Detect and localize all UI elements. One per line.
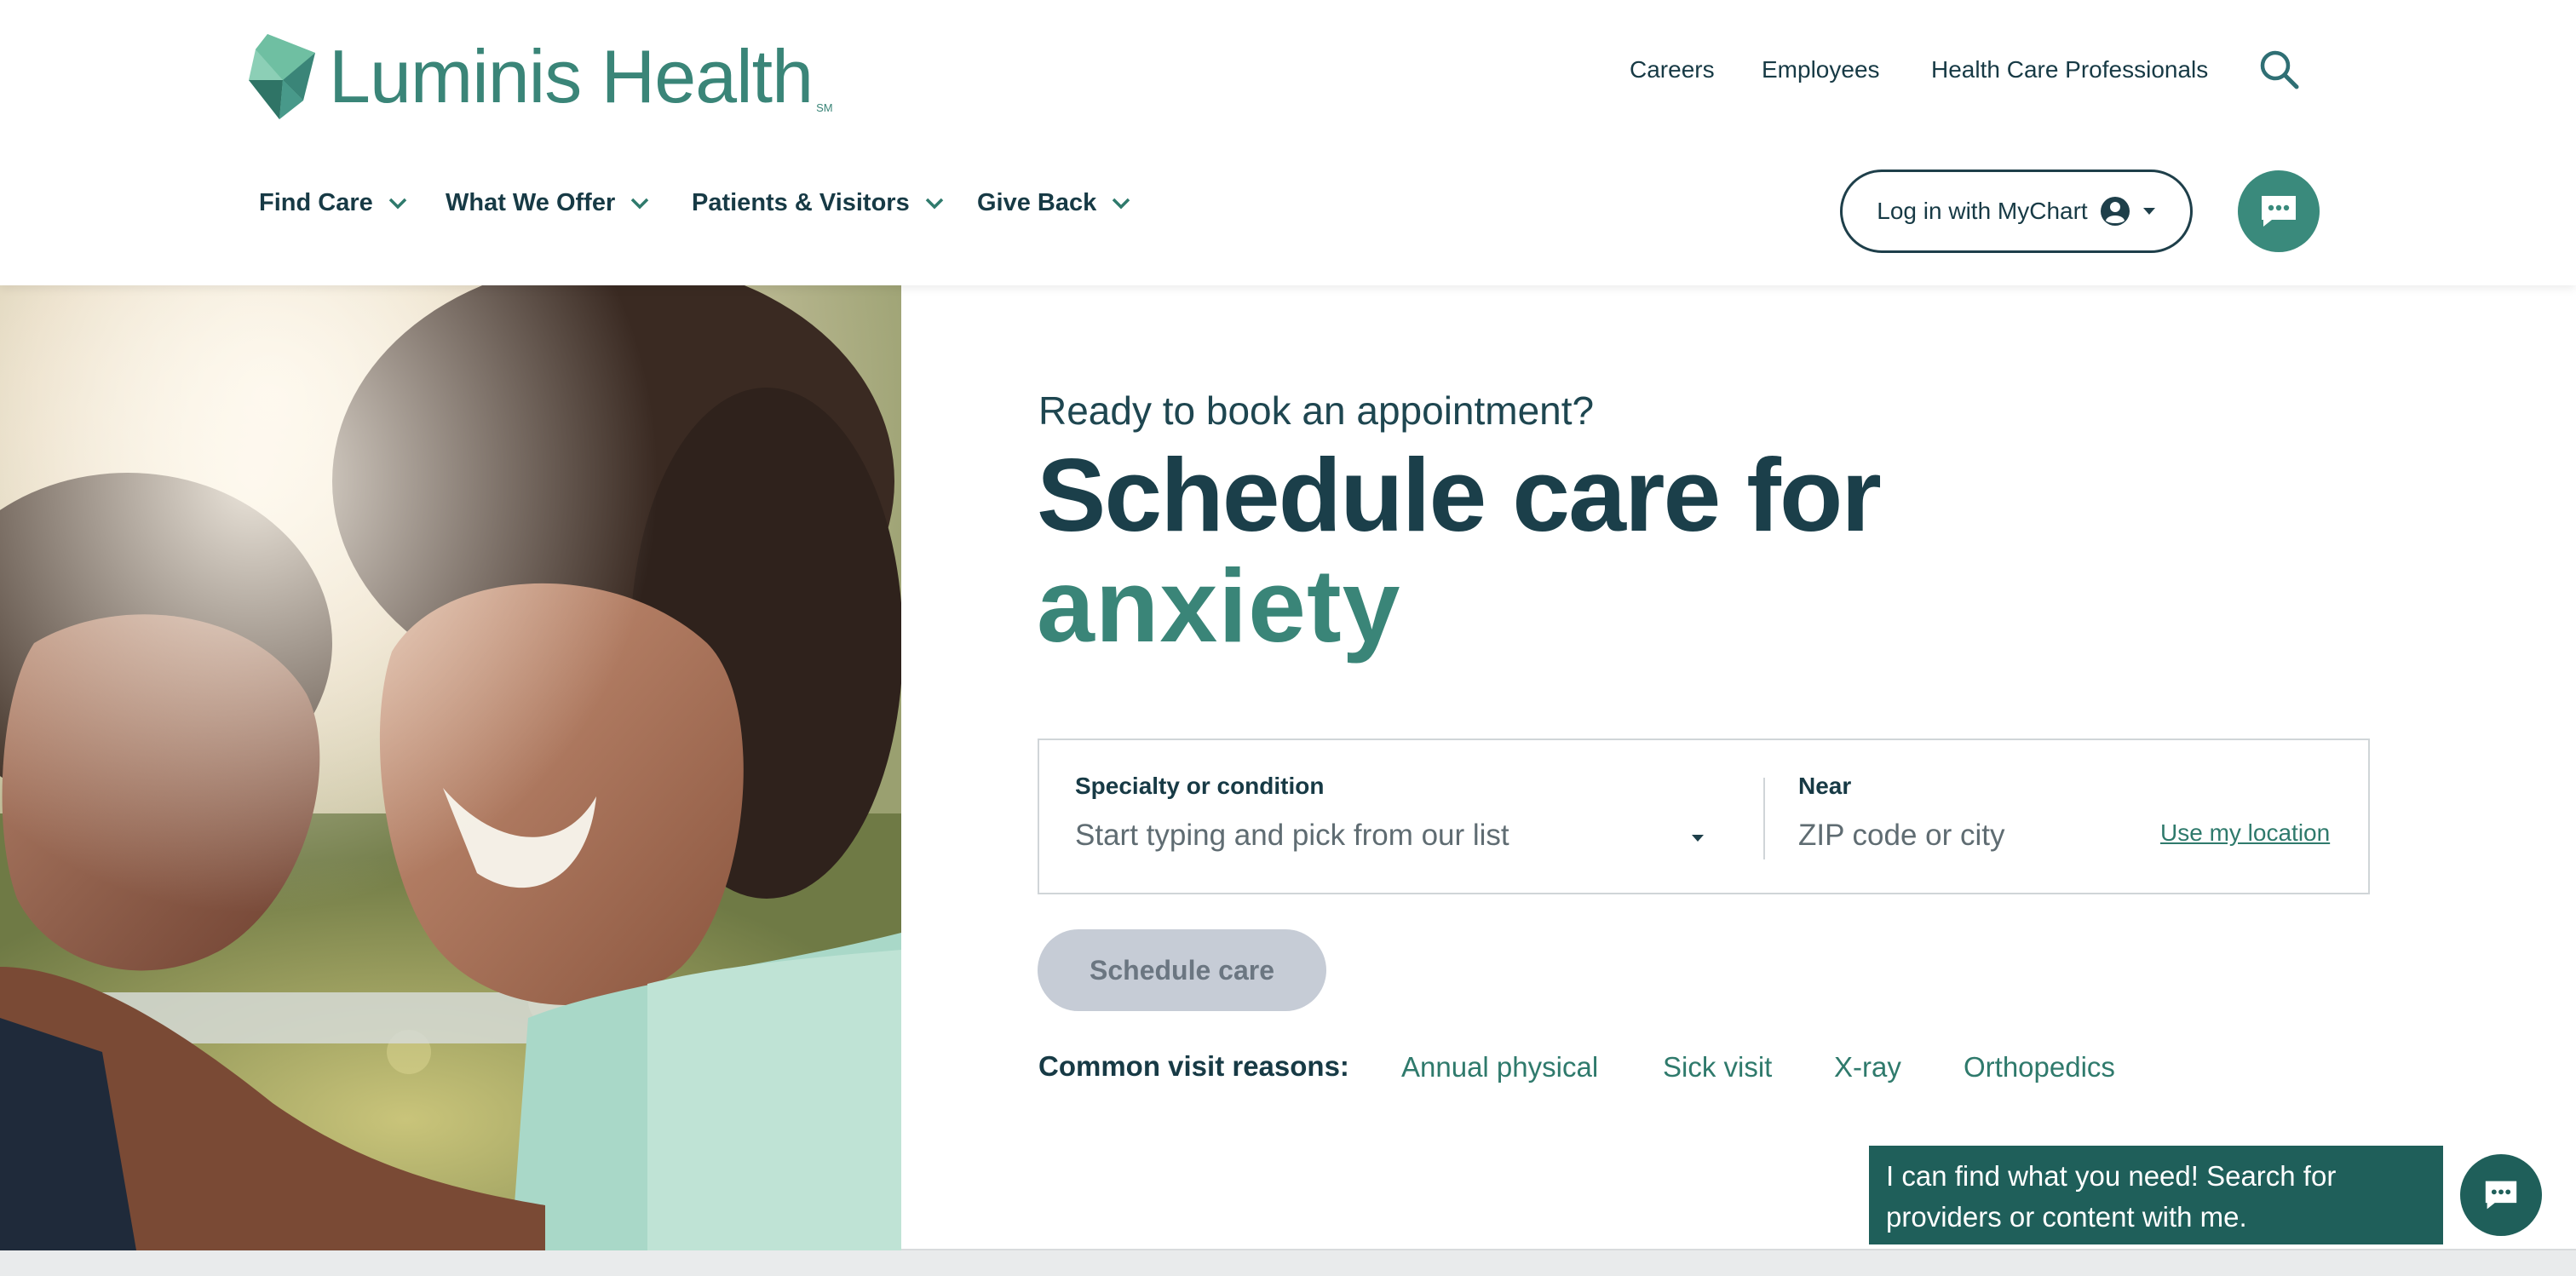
reason-link-sick-visit[interactable]: Sick visit	[1663, 1051, 1772, 1083]
luminis-health-logo[interactable]: Luminis Health SM	[249, 34, 833, 119]
nav-what-we-offer[interactable]: What We Offer	[446, 189, 649, 217]
util-link-careers[interactable]: Careers	[1630, 56, 1715, 83]
mychart-login-button[interactable]: Log in with MyChart	[1840, 170, 2193, 253]
hero-eyebrow: Ready to book an appointment?	[1038, 388, 1595, 433]
hero-photo	[0, 285, 901, 1250]
nav-give-back[interactable]: Give Back	[977, 189, 1130, 217]
chat-launcher-button[interactable]	[2460, 1154, 2542, 1236]
specialty-label: Specialty or condition	[1075, 773, 1325, 799]
search-icon[interactable]	[2257, 48, 2302, 92]
logo-text: Luminis Health	[329, 34, 814, 118]
nav-patients-visitors[interactable]: Patients & Visitors	[692, 189, 944, 217]
near-input[interactable]	[1798, 810, 2139, 861]
chevron-down-icon	[1113, 198, 1130, 209]
specialty-input[interactable]	[1075, 810, 1688, 861]
chat-button-header[interactable]	[2238, 170, 2320, 252]
reason-link-x-ray[interactable]: X-ray	[1834, 1051, 1901, 1083]
logo-servicemark: SM	[816, 101, 833, 114]
bottom-scroll-edge	[0, 1249, 2576, 1276]
chevron-down-icon	[925, 198, 943, 209]
nav-label: Find Care	[259, 189, 373, 216]
util-link-employees[interactable]: Employees	[1762, 56, 1880, 83]
user-circle-icon	[2100, 197, 2130, 226]
chat-icon	[2262, 196, 2296, 227]
common-reasons-label: Common visit reasons:	[1038, 1050, 1349, 1082]
caret-down-icon	[2142, 208, 2155, 215]
nav-label: Patients & Visitors	[692, 189, 910, 216]
chevron-down-icon	[631, 198, 649, 209]
caret-down-icon[interactable]	[1691, 834, 1705, 842]
reason-link-annual-physical[interactable]: Annual physical	[1401, 1051, 1598, 1083]
util-link-health-care-professionals[interactable]: Health Care Professionals	[1931, 56, 2208, 83]
field-divider	[1763, 778, 1765, 859]
hero-headline-condition: anxiety	[1037, 548, 1401, 664]
near-label: Near	[1798, 773, 1852, 799]
nav-label: What We Offer	[446, 189, 616, 216]
chat-icon	[2485, 1181, 2517, 1210]
nav-find-care[interactable]: Find Care	[259, 189, 407, 217]
reason-link-orthopedics[interactable]: Orthopedics	[1964, 1051, 2115, 1083]
schedule-care-button[interactable]: Schedule care	[1038, 929, 1326, 1011]
nav-label: Give Back	[977, 189, 1097, 216]
chevron-down-icon	[388, 198, 406, 209]
chat-prompt-bubble[interactable]: I can find what you need! Search for pro…	[1869, 1146, 2443, 1244]
site-header: Luminis Health SM Careers Employees Heal…	[0, 0, 2576, 285]
care-search-form: Specialty or condition Near Use my locat…	[1038, 739, 2370, 894]
hero-headline: Schedule care for	[1037, 437, 1882, 553]
logo-mark-icon	[249, 34, 315, 119]
mychart-label: Log in with MyChart	[1877, 198, 2088, 224]
use-my-location-link[interactable]: Use my location	[2160, 819, 2330, 847]
